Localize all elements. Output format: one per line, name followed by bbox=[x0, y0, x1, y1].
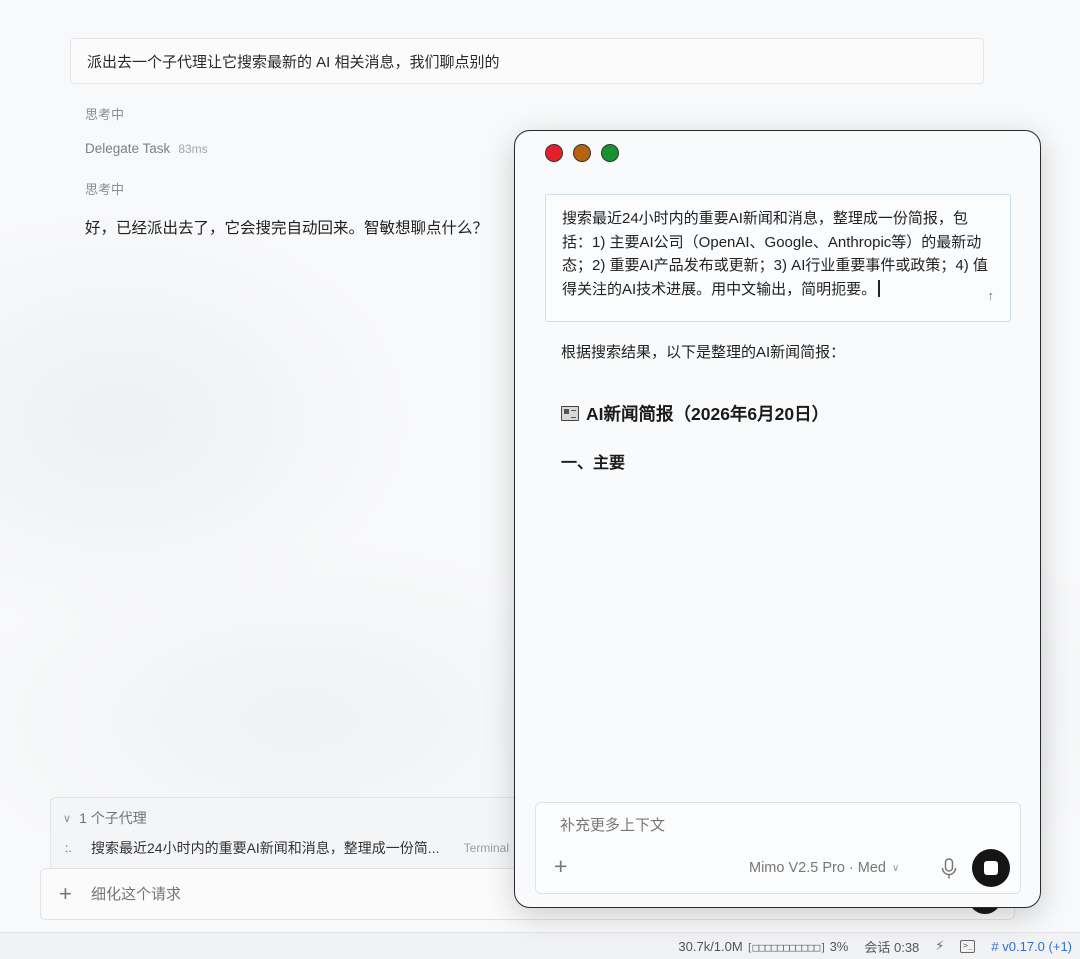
subagent-task-text: 搜索最近24小时内的重要AI新闻和消息，整理成一份简... bbox=[91, 840, 440, 856]
close-button[interactable] bbox=[545, 144, 563, 162]
response-subheading: 一、主要 bbox=[561, 455, 626, 472]
terminal-icon[interactable]: >_ bbox=[960, 939, 976, 953]
delegate-task-label: Delegate Task bbox=[85, 141, 171, 156]
delegate-task-duration: 83ms bbox=[178, 142, 208, 156]
model-selector[interactable]: Mimo V2.5 Pro · Med ∨ bbox=[749, 860, 899, 876]
newspaper-icon bbox=[561, 406, 579, 421]
status-bar: 30.7k/1.0M [□□□□□□□□□□□] 3% 会话 0:38 ⚡ >_… bbox=[0, 932, 1080, 959]
context-progress-bar: [□□□□□□□□□□□] bbox=[746, 940, 826, 954]
minimize-button[interactable] bbox=[573, 144, 591, 162]
thinking-label-2: 思考中 bbox=[85, 182, 125, 197]
subagent-count: 1 个子代理 bbox=[79, 810, 147, 826]
assistant-reply: 好，已经派出去了，它会搜完自动回来。智敏想聊点什么？ bbox=[85, 220, 489, 237]
plus-icon[interactable]: + bbox=[59, 883, 91, 905]
token-usage: 30.7k/1.0M [□□□□□□□□□□□] 3% bbox=[678, 939, 848, 954]
subagent-panel: ∨ 1 个子代理 :. 搜索最近24小时内的重要AI新闻和消息，整理成一份简..… bbox=[50, 797, 530, 869]
response-heading: AI新闻简报（2026年6月20日） bbox=[561, 401, 829, 426]
text-caret bbox=[878, 279, 880, 297]
composer: + Mimo V2.5 Pro · Med ∨ bbox=[535, 802, 1021, 894]
chevron-down-icon: ∨ bbox=[892, 862, 900, 874]
subagent-terminal-tag[interactable]: Terminal bbox=[464, 841, 509, 855]
spinner-icon: :. bbox=[65, 841, 72, 855]
zoom-button[interactable] bbox=[601, 144, 619, 162]
token-count: 30.7k/1.0M bbox=[678, 938, 743, 954]
user-prompt-bubble: 派出去一个子代理让它搜索最新的 AI 相关消息，我们聊点别的 bbox=[70, 38, 984, 84]
user-prompt-text: 派出去一个子代理让它搜索最新的 AI 相关消息，我们聊点别的 bbox=[87, 53, 500, 71]
session-timer: 会话 0:38 bbox=[864, 939, 920, 955]
subagent-window: 搜索最近24小时内的重要AI新闻和消息，整理成一份简报，包括：1) 主要AI公司… bbox=[514, 130, 1041, 908]
plus-icon[interactable]: + bbox=[554, 855, 567, 878]
response-heading-text: AI新闻简报（2026年6月20日） bbox=[586, 404, 830, 424]
subagent-item[interactable]: :. 搜索最近24小时内的重要AI新闻和消息，整理成一份简... Termina… bbox=[65, 838, 525, 858]
task-prompt-text: 搜索最近24小时内的重要AI新闻和消息，整理成一份简报，包括：1) 主要AI公司… bbox=[562, 210, 988, 298]
thinking-label: 思考中 bbox=[85, 107, 125, 122]
mic-icon[interactable] bbox=[940, 858, 958, 880]
stop-button[interactable] bbox=[972, 849, 1010, 887]
main-input[interactable] bbox=[91, 885, 491, 903]
response-intro: 根据搜索结果，以下是整理的AI新闻简报： bbox=[561, 344, 846, 361]
chevron-down-icon: ∨ bbox=[63, 812, 72, 825]
task-prompt-box[interactable]: 搜索最近24小时内的重要AI新闻和消息，整理成一份简报，包括：1) 主要AI公司… bbox=[545, 194, 1011, 322]
context-input[interactable] bbox=[560, 817, 980, 834]
delegate-task-row[interactable]: Delegate Task 83ms bbox=[85, 141, 208, 156]
window-controls bbox=[545, 144, 619, 162]
version-label[interactable]: # v0.17.0 (+1) bbox=[991, 939, 1072, 954]
stop-icon bbox=[984, 861, 998, 875]
lightning-icon[interactable]: ⚡ bbox=[935, 938, 944, 954]
model-name: Mimo V2.5 Pro · Med bbox=[749, 860, 886, 876]
arrow-up-icon[interactable]: ↑ bbox=[988, 284, 995, 308]
context-percent: 3% bbox=[829, 938, 849, 954]
subagent-header[interactable]: ∨ 1 个子代理 bbox=[63, 808, 147, 828]
